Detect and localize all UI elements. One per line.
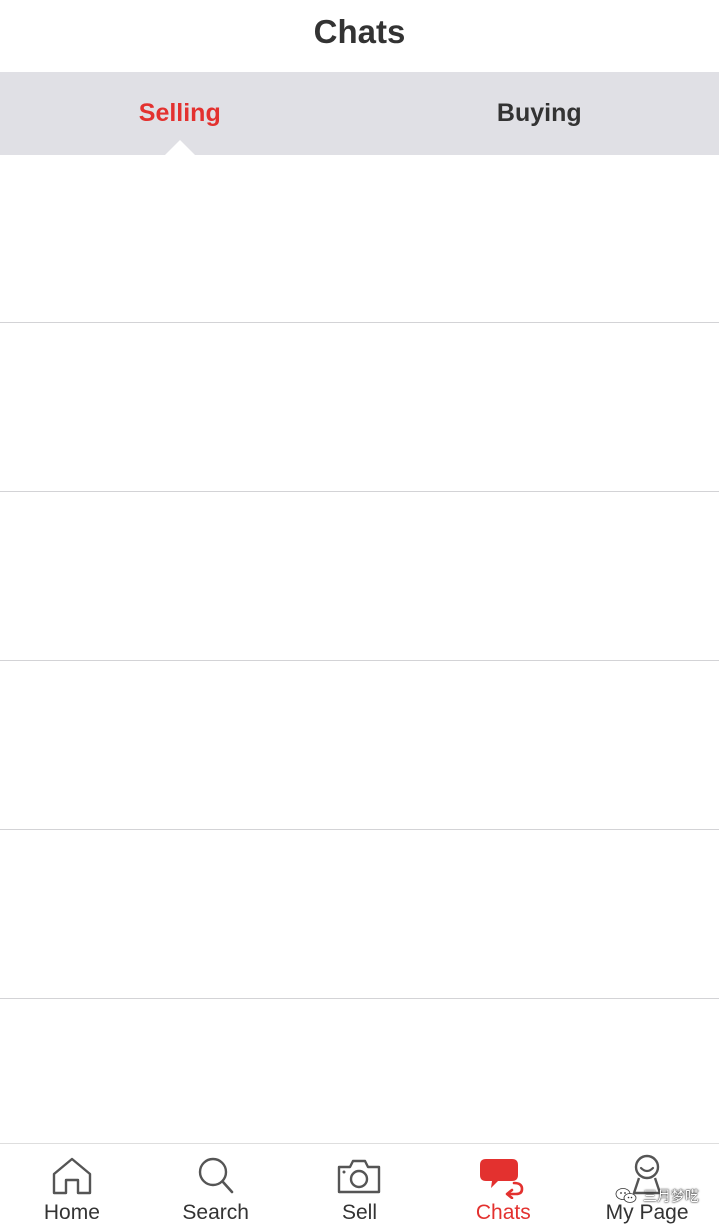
list-item[interactable] [0,831,719,999]
tab-active-indicator [164,140,195,155]
tabbar-label-chats: Chats [475,1201,531,1224]
tab-buying[interactable]: Buying [360,72,719,155]
watermark: 三月梦呓 [615,1186,699,1206]
watermark-text: 三月梦呓 [643,1188,699,1204]
tabbar-item-sell[interactable]: Sell [288,1144,432,1228]
tabbar-item-search[interactable]: Search [144,1144,288,1228]
tab-buying-label: Buying [496,99,582,127]
segment-tabs: Selling Buying [0,72,719,155]
tabbar-label-search: Search [182,1201,249,1224]
bottom-tab-bar: Home Search Sell Chats My Page [0,1143,719,1228]
camera-icon [338,1159,381,1194]
chat-bubbles-icon [480,1159,524,1199]
list-item[interactable] [0,324,719,492]
tabbar-item-chats[interactable]: Chats [431,1144,575,1228]
list-item[interactable] [0,155,719,323]
house-icon [52,1157,92,1195]
tabbar-label-home: Home [43,1201,100,1224]
tabbar-label-sell: Sell [341,1201,377,1224]
tab-selling-label: Selling [138,99,221,127]
list-item[interactable] [0,662,719,830]
wechat-icon [615,1188,637,1203]
chats-screen: Chats Selling Buying Home Search Sell Ch… [0,0,719,1228]
page-title: Chats [313,13,406,50]
magnifier-icon [198,1157,233,1194]
list-item[interactable] [0,493,719,661]
chat-list[interactable] [0,155,719,1143]
tabbar-item-home[interactable]: Home [0,1144,144,1228]
header: Chats [0,0,719,72]
tab-selling[interactable]: Selling [0,72,360,155]
